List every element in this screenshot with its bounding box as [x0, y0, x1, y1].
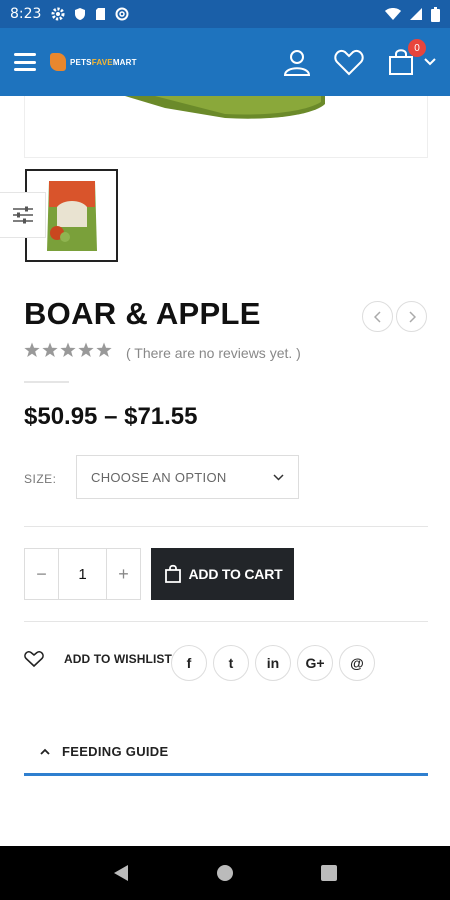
user-icon[interactable] [282, 47, 312, 77]
size-select[interactable]: CHOOSE AN OPTION [76, 455, 299, 499]
chevron-down-icon [273, 473, 284, 481]
product-main-image[interactable] [24, 96, 428, 158]
gear-icon [51, 7, 65, 21]
logo[interactable]: PETSFAVEMART [50, 53, 137, 71]
prev-product-button[interactable] [362, 301, 393, 332]
quantity-decrease-button[interactable]: − [25, 549, 58, 599]
facebook-icon[interactable]: f [171, 645, 207, 681]
back-icon[interactable] [112, 863, 130, 883]
product-title: BOAR & APPLE [24, 296, 261, 331]
size-label: SIZE: [24, 472, 57, 486]
product-thumbnail-image [46, 180, 97, 251]
divider [24, 526, 428, 527]
price-range: $50.95 – $71.55 [24, 403, 198, 430]
share-buttons: f t in G+ @ [171, 645, 375, 681]
logo-text: PETSFAVEMART [70, 57, 137, 67]
status-time: 8:23 [10, 6, 42, 22]
size-select-value: CHOOSE AN OPTION [91, 469, 227, 485]
divider [24, 621, 428, 622]
reviews-link[interactable]: ( There are no reviews yet. ) [126, 345, 301, 361]
star-icon [96, 342, 112, 357]
wishlist-label: ADD TO WISHLIST [64, 652, 172, 666]
chevron-down-icon[interactable] [424, 58, 436, 66]
tab-feeding-guide-label: FEEDING GUIDE [62, 744, 169, 759]
star-icon [42, 342, 58, 357]
app-bar: PETSFAVEMART 0 [0, 28, 450, 96]
quantity-stepper: − 1 + [24, 548, 141, 600]
next-product-button[interactable] [396, 301, 427, 332]
sd-card-icon [96, 8, 106, 20]
tab-feeding-guide[interactable]: FEEDING GUIDE [24, 730, 428, 776]
quantity-input[interactable]: 1 [58, 549, 107, 599]
star-icon [60, 342, 76, 357]
heart-icon[interactable] [334, 48, 364, 76]
sliders-icon [12, 206, 33, 224]
chevron-left-icon [373, 310, 381, 323]
signal-icon [410, 8, 422, 20]
shopping-bag-icon [164, 564, 181, 583]
filter-button[interactable] [0, 192, 46, 238]
rating-stars [24, 342, 112, 358]
at-icon [115, 7, 129, 21]
menu-icon[interactable] [14, 53, 36, 71]
add-to-cart-button[interactable]: ADD TO CART [151, 548, 294, 600]
add-to-wishlist-link[interactable]: ADD TO WISHLIST [24, 650, 172, 668]
shield-icon [75, 8, 86, 20]
battery-icon [431, 6, 440, 22]
chevron-right-icon [408, 310, 416, 323]
chevron-up-icon [40, 748, 50, 755]
status-bar: 8:23 [0, 0, 450, 28]
home-icon[interactable] [215, 863, 235, 883]
system-nav-bar [0, 846, 450, 900]
cart-count-badge: 0 [408, 39, 426, 57]
linkedin-icon[interactable]: in [255, 645, 291, 681]
quantity-increase-button[interactable]: + [107, 549, 140, 599]
star-icon [24, 342, 40, 357]
email-icon[interactable]: @ [339, 645, 375, 681]
google-plus-icon[interactable]: G+ [297, 645, 333, 681]
heart-outline-icon [24, 651, 44, 668]
logo-mark [50, 53, 66, 71]
product-bag-image [125, 96, 325, 119]
wifi-icon [385, 8, 401, 20]
add-to-cart-label: ADD TO CART [188, 566, 283, 582]
divider [24, 381, 69, 383]
twitter-icon[interactable]: t [213, 645, 249, 681]
cart-button[interactable]: 0 [386, 39, 436, 77]
star-icon [78, 342, 94, 357]
recents-icon[interactable] [320, 864, 338, 882]
